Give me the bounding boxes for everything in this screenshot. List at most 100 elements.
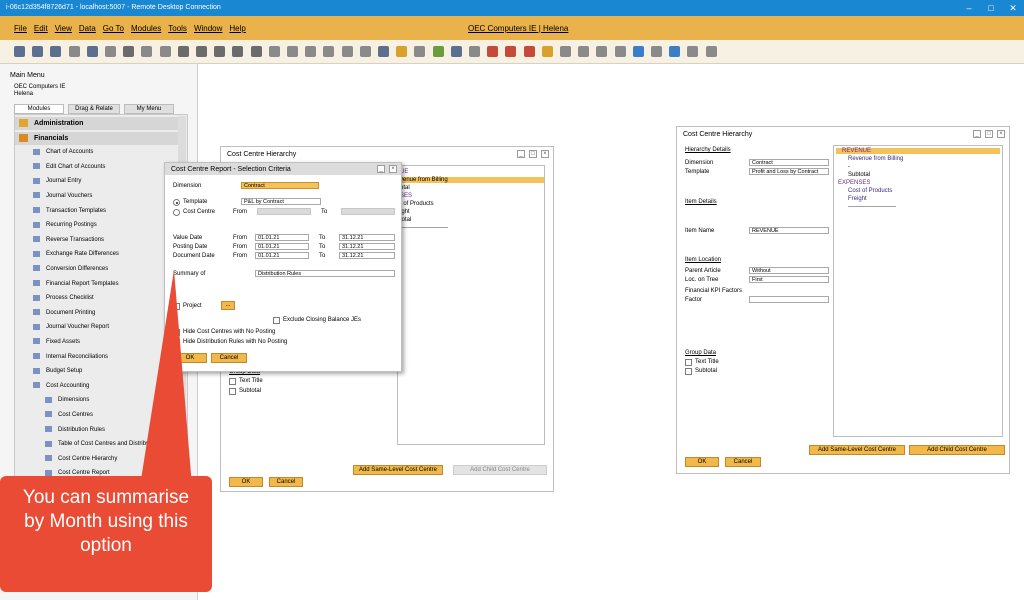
minimize-icon[interactable]: _ xyxy=(377,165,385,173)
module-tree-item[interactable]: Conversion Differences xyxy=(33,263,108,276)
module-tree-item[interactable]: Reverse Transactions xyxy=(33,234,104,247)
cost-centre-to-field[interactable] xyxy=(341,208,395,215)
menu-item[interactable]: Modules xyxy=(131,24,161,33)
menu-item[interactable]: View xyxy=(55,24,72,33)
toolbar-icon[interactable] xyxy=(487,46,499,57)
menu-item[interactable]: Go To xyxy=(103,24,124,33)
module-tree-item[interactable]: Transaction Templates xyxy=(33,205,106,218)
document-date-to[interactable]: 31.12.21 xyxy=(339,252,395,259)
dimension-dropdown[interactable]: Contract xyxy=(241,182,319,189)
dimension-dropdown[interactable]: Contract xyxy=(749,159,829,166)
minimize-icon[interactable]: _ xyxy=(973,130,981,138)
toolbar-icon[interactable] xyxy=(50,46,62,57)
toolbar-icon[interactable] xyxy=(287,46,298,57)
hierarchy-tree-item[interactable]: Freight xyxy=(848,196,867,202)
loc-on-tree-dropdown[interactable]: First xyxy=(749,276,829,283)
add-same-level-button[interactable]: Add Same-Level Cost Centre xyxy=(809,445,905,455)
hierarchy-tree[interactable]: REVENUE Revenue from Billing - Subtotal EXPE… xyxy=(833,145,1003,437)
menu-item[interactable]: Edit xyxy=(34,24,48,33)
parent-article-dropdown[interactable]: Without xyxy=(749,267,829,274)
toolbar-icon[interactable] xyxy=(105,46,116,57)
subtotal-checkbox[interactable] xyxy=(229,388,236,395)
add-child-button[interactable]: Add Child Cost Centre xyxy=(453,465,547,475)
cancel-button[interactable]: Cancel xyxy=(269,477,303,487)
toolbar-icon[interactable] xyxy=(232,46,244,57)
module-tree-item[interactable]: Financials xyxy=(15,131,185,145)
ok-button[interactable]: OK xyxy=(173,353,207,363)
module-tree-item[interactable]: Chart of Accounts xyxy=(33,146,93,159)
hide-distribution-rules-checkbox[interactable] xyxy=(173,339,180,346)
close-icon[interactable]: ✕ xyxy=(1002,0,1024,16)
module-tree-item[interactable]: Document Printing xyxy=(33,307,95,320)
template-dropdown[interactable]: Profit and Loss by Contract xyxy=(749,168,829,175)
toolbar-icon[interactable] xyxy=(123,46,135,57)
menu-item[interactable]: Tools xyxy=(168,24,187,33)
toolbar-icon[interactable] xyxy=(141,46,153,57)
subtotal-checkbox[interactable] xyxy=(685,368,692,375)
toolbar-icon[interactable] xyxy=(505,46,517,57)
toolbar-icon[interactable] xyxy=(450,46,462,57)
hierarchy-tree-item[interactable]: REVENUE xyxy=(836,148,1000,154)
toolbar-icon[interactable] xyxy=(523,46,535,57)
toolbar-icon[interactable] xyxy=(596,46,608,57)
close-icon[interactable]: × xyxy=(389,165,397,173)
exclude-closing-checkbox[interactable] xyxy=(273,317,280,324)
module-tree-item[interactable]: Fixed Assets xyxy=(33,336,80,349)
toolbar-icon[interactable] xyxy=(396,46,408,57)
close-icon[interactable]: × xyxy=(541,150,549,158)
toolbar-icon[interactable] xyxy=(305,46,317,57)
toolbar-icon[interactable] xyxy=(359,46,371,57)
text-title-checkbox[interactable] xyxy=(229,378,236,385)
module-tree-item[interactable]: Recurring Postings xyxy=(33,219,97,232)
menu-item[interactable]: File xyxy=(14,24,27,33)
toolbar-icon[interactable] xyxy=(159,46,171,57)
cost-centre-radio[interactable] xyxy=(173,209,180,216)
hide-cost-centres-checkbox[interactable]: ✓ xyxy=(173,329,180,336)
toolbar-icon[interactable] xyxy=(14,46,25,57)
toolbar-icon[interactable] xyxy=(560,46,571,57)
project-checkbox[interactable] xyxy=(173,303,180,310)
toolbar-icon[interactable] xyxy=(614,46,626,57)
module-tree-item[interactable]: Cost Accounting xyxy=(33,380,89,393)
toolbar-icon[interactable] xyxy=(86,46,98,57)
module-tree-item[interactable]: Journal Vouchers xyxy=(33,190,92,203)
close-icon[interactable]: × xyxy=(997,130,1005,138)
maximize-icon[interactable]: □ xyxy=(985,130,993,138)
module-tree-item[interactable]: Edit Chart of Accounts xyxy=(33,161,105,174)
module-tree-item[interactable]: Exchange Rate Differences xyxy=(33,248,119,261)
tab-drag-relate[interactable]: Drag & Relate xyxy=(68,104,120,114)
hierarchy-tree-item[interactable]: Subtotal xyxy=(848,172,870,178)
text-title-checkbox[interactable] xyxy=(685,359,692,366)
hierarchy-tree-item[interactable]: EXPENSES xyxy=(838,180,870,186)
minimize-icon[interactable]: – xyxy=(958,0,980,16)
cost-centre-from-field[interactable] xyxy=(257,208,311,215)
module-tree-item[interactable]: Table of Cost Centres and Distribution R… xyxy=(45,438,176,451)
module-tree-item[interactable]: Administration xyxy=(15,117,185,130)
value-date-to[interactable]: 31.12.21 xyxy=(339,234,395,241)
module-tree-item[interactable]: Internal Reconciliations xyxy=(33,351,108,364)
toolbar-icon[interactable] xyxy=(378,46,389,57)
menu-item[interactable]: Help xyxy=(229,24,245,33)
summary-of-dropdown[interactable]: Distribution Rules xyxy=(255,270,395,277)
module-tree-item[interactable]: Cost Centres xyxy=(45,409,93,422)
toolbar-icon[interactable] xyxy=(323,46,335,57)
menu-item[interactable]: Window xyxy=(194,24,222,33)
hierarchy-tree-item[interactable]: venue from Billing xyxy=(400,177,544,183)
ok-button[interactable]: OK xyxy=(229,477,263,487)
toolbar-icon[interactable] xyxy=(578,46,590,57)
module-tree-item[interactable]: Cost Centre Hierarchy xyxy=(45,453,117,466)
template-radio[interactable] xyxy=(173,199,180,206)
toolbar-icon[interactable] xyxy=(669,46,681,57)
template-dropdown[interactable]: P&L by Contract xyxy=(241,198,321,205)
toolbar-icon[interactable] xyxy=(651,46,662,57)
project-ellipsis-button[interactable]: ... xyxy=(221,301,235,310)
toolbar-icon[interactable] xyxy=(177,46,189,57)
toolbar-icon[interactable] xyxy=(268,46,280,57)
module-tree-item[interactable]: Process Checklist xyxy=(33,292,94,305)
hierarchy-tree-item[interactable]: Revenue from Billing xyxy=(848,156,903,162)
module-tree-item[interactable]: Dimensions xyxy=(45,394,89,407)
module-tree-item[interactable]: Financial Report Templates xyxy=(33,278,119,291)
hierarchy-tree-item[interactable]: ------------------------ xyxy=(848,204,896,210)
toolbar-icon[interactable] xyxy=(214,46,226,57)
toolbar-icon[interactable] xyxy=(432,46,444,57)
